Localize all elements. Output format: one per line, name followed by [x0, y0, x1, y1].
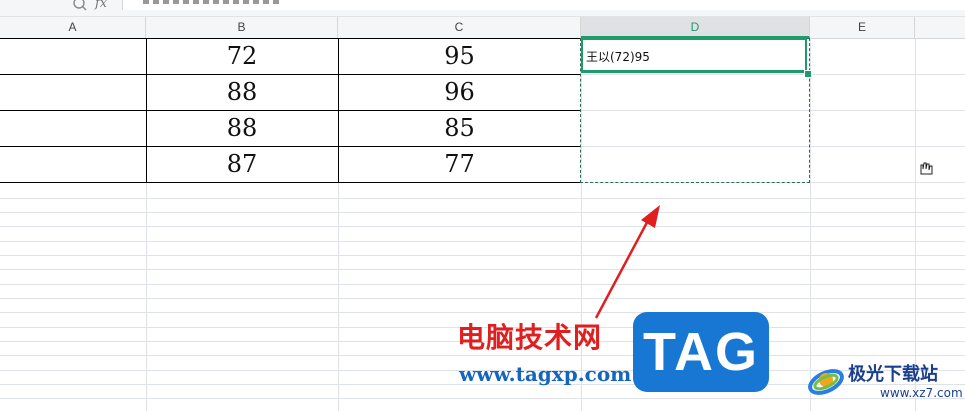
hand-cursor-icon	[920, 162, 933, 175]
cell-b2[interactable]: 88	[146, 74, 338, 110]
watermark-url: www.tagxp.com	[459, 362, 632, 386]
cell-b1[interactable]: 72	[146, 38, 338, 74]
column-header-f[interactable]	[915, 17, 965, 38]
watermark-site-name: 电脑技术网	[457, 321, 603, 354]
search-icon[interactable]	[72, 0, 88, 12]
formula-bar: fx	[0, 0, 965, 17]
column-headers: A B C D E	[0, 17, 965, 39]
cell-c1[interactable]: 95	[338, 38, 581, 74]
cell-b4[interactable]: 87	[146, 146, 338, 182]
watermark-logo-icon	[808, 369, 844, 395]
column-header-b[interactable]: B	[146, 17, 338, 38]
cell-b3[interactable]: 88	[146, 110, 338, 146]
watermark-url-2: www.xz7.com	[880, 386, 963, 400]
selected-cell-d1[interactable]: 王以(72)95	[581, 38, 807, 73]
cell-c4[interactable]: 77	[338, 146, 581, 182]
fill-handle[interactable]	[804, 70, 812, 78]
cell-c3[interactable]: 85	[338, 110, 581, 146]
column-header-a[interactable]: A	[0, 17, 146, 38]
watermark-tag-badge: TAG	[633, 312, 769, 392]
formula-text	[143, 0, 283, 4]
cell-c2[interactable]: 96	[338, 74, 581, 110]
fx-label[interactable]: fx	[95, 0, 107, 11]
column-header-d[interactable]: D	[581, 17, 810, 38]
column-header-c[interactable]: C	[338, 17, 581, 38]
formula-input[interactable]	[122, 0, 965, 10]
watermark-site-name-2: 极光下载站	[848, 364, 938, 385]
column-header-e[interactable]: E	[810, 17, 915, 38]
